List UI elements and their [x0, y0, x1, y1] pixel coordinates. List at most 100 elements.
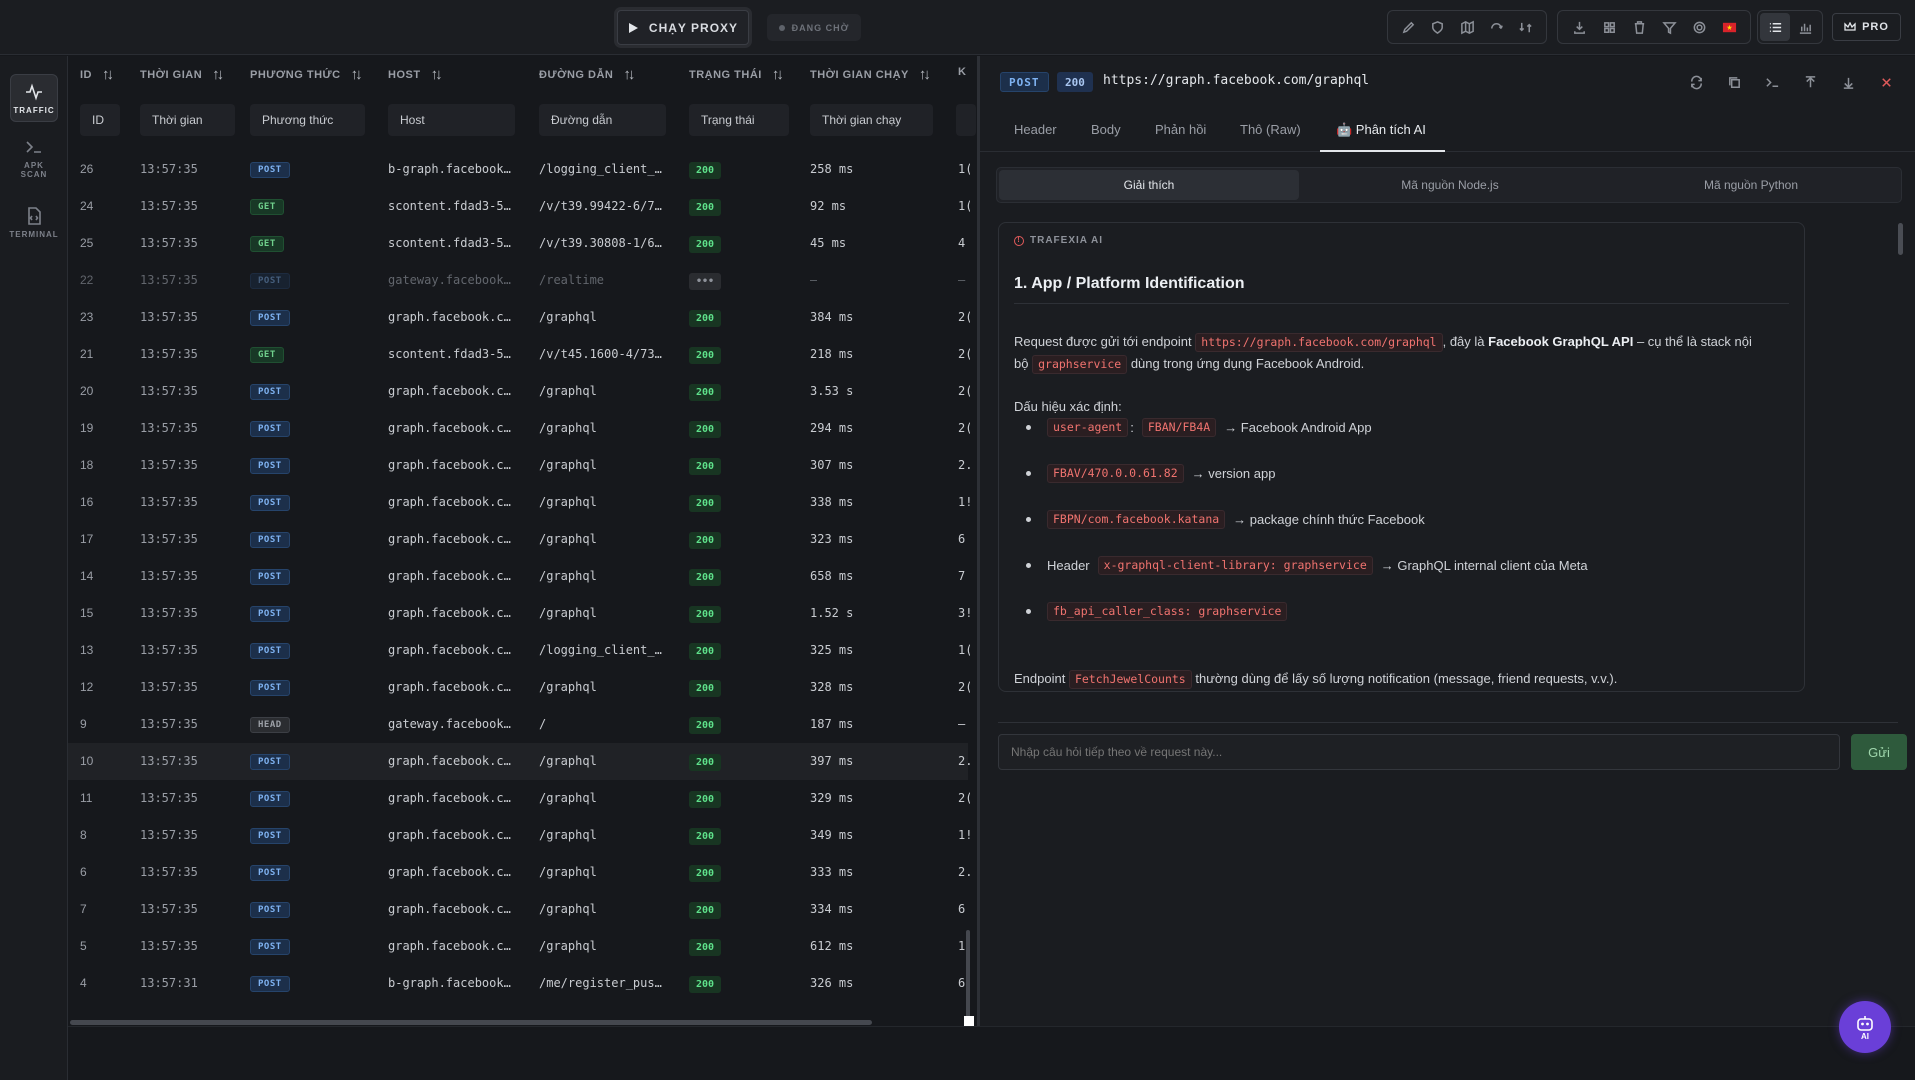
tab-raw[interactable]: Thô (Raw): [1240, 122, 1301, 137]
table-row[interactable]: 25 13:57:35 GET scontent.fdad3-5… /v/t39.308…: [68, 225, 968, 262]
request-method-badge: POST: [1000, 72, 1049, 92]
grid-icon[interactable]: [1594, 13, 1624, 41]
method-badge: GET: [250, 347, 284, 363]
filter-input-duration[interactable]: Thời gian chạy: [810, 104, 933, 136]
table-row[interactable]: 20 13:57:35 POST graph.facebook.c… /graphql 2…: [68, 373, 970, 410]
sort-icon[interactable]: ↑↓: [623, 66, 635, 83]
column-header-id[interactable]: ID ↑↓: [80, 66, 114, 83]
subtab-python[interactable]: Mã nguồn Python: [1601, 170, 1901, 200]
cell-time: 13:57:35: [140, 902, 198, 916]
filter-input-time[interactable]: Thời gian: [140, 104, 235, 136]
table-row[interactable]: 24 13:57:35 GET scontent.fdad3-5… /v/t39.994…: [68, 188, 970, 225]
table-row[interactable]: 26 13:57:35 POST b-graph.facebook… /logging_…: [68, 151, 970, 188]
followup-question-input[interactable]: [998, 734, 1840, 770]
replay-icon[interactable]: [1482, 13, 1511, 41]
tab-header[interactable]: Header: [1014, 122, 1057, 137]
subtab-explanation[interactable]: Giải thích: [999, 170, 1299, 200]
table-row[interactable]: 14 13:57:35 POST graph.facebook.c… /graphql 2…: [68, 558, 968, 595]
column-header-duration[interactable]: THỜI GIAN CHẠY ↑↓: [810, 66, 931, 83]
filter-input-method[interactable]: Phương thức: [250, 104, 365, 136]
cell-time: 13:57:35: [140, 532, 198, 546]
ai-assistant-button[interactable]: AI: [1839, 1001, 1891, 1053]
tab-ai-analysis[interactable]: 🤖 Phân tích AI: [1336, 122, 1426, 138]
table-row[interactable]: 18 13:57:35 POST graph.facebook.c… /graphql 2…: [68, 447, 970, 484]
table-row[interactable]: 5 13:57:35 POST graph.facebook.c… /graphql 20…: [68, 928, 970, 965]
vertical-scrollbar[interactable]: [966, 930, 970, 1020]
sort-icon[interactable]: ↑↓: [772, 66, 784, 83]
list-view-icon[interactable]: [1760, 13, 1790, 41]
table-row[interactable]: 7 13:57:35 POST graph.facebook.c… /graphql 20…: [68, 891, 968, 928]
column-header-k[interactable]: K: [958, 66, 966, 78]
cell-host: graph.facebook.c…: [388, 754, 511, 768]
table-row[interactable]: 19 13:57:35 POST graph.facebook.c… /graphql 2…: [68, 410, 970, 447]
arrow-up-icon[interactable]: [1791, 70, 1829, 94]
pencil-icon[interactable]: [1394, 13, 1423, 41]
table-row[interactable]: 6 13:57:35 POST graph.facebook.c… /graphql 20…: [68, 854, 970, 891]
subtab-nodejs[interactable]: Mã nguồn Node.js: [1300, 170, 1600, 200]
refresh-icon[interactable]: [1677, 70, 1715, 94]
traffic-table: ID ↑↓ THỜI GIAN ↑↓ PHƯƠNG THỨC ↑↓ HOST ↑↓ ĐƯ…: [68, 56, 976, 1026]
column-header-time[interactable]: THỜI GIAN ↑↓: [140, 66, 224, 83]
table-row[interactable]: 9 13:57:35 HEAD gateway.facebook… / 200 187 ms…: [68, 706, 968, 743]
sidebar-item-traffic[interactable]: TRAFFIC: [10, 74, 58, 122]
request-url[interactable]: https://graph.facebook.com/graphql: [1103, 73, 1369, 88]
pro-button[interactable]: PRO: [1832, 13, 1901, 41]
gear-icon[interactable]: [1684, 13, 1714, 41]
trash-icon[interactable]: [1624, 13, 1654, 41]
table-row[interactable]: 16 13:57:35 POST graph.facebook.c… /graphql 2…: [68, 484, 970, 521]
table-row[interactable]: 12 13:57:35 POST graph.facebook.c… /graphql 2…: [68, 669, 970, 706]
table-row[interactable]: 17 13:57:35 POST graph.facebook.c… /graphql 2…: [68, 521, 968, 558]
table-row[interactable]: 4 13:57:31 POST b-graph.facebook… /me/regist…: [68, 965, 970, 1002]
filter-input-id[interactable]: ID: [80, 104, 120, 136]
sidebar-item-apk-scan[interactable]: APK SCAN: [10, 132, 58, 184]
chart-view-icon[interactable]: [1790, 13, 1820, 41]
horizontal-scrollbar[interactable]: [70, 1020, 872, 1025]
method-badge: POST: [250, 976, 290, 992]
cell-id: 8: [80, 828, 87, 842]
sort-icon[interactable]: ↑↓: [431, 66, 443, 83]
status-dot-icon: [778, 24, 785, 31]
send-button[interactable]: Gửi: [1851, 734, 1907, 770]
cell-path: /graphql: [539, 569, 597, 583]
sort-icon[interactable]: ↑↓: [351, 66, 363, 83]
sort-icon[interactable]: ↑↓: [919, 66, 931, 83]
tab-response[interactable]: Phản hồi: [1155, 122, 1206, 137]
shield-icon[interactable]: [1423, 13, 1452, 41]
table-row[interactable]: 10 13:57:35 POST graph.facebook.c… /graphql 2…: [68, 743, 970, 780]
sort-icon[interactable]: ↑↓: [102, 66, 114, 83]
arrow-down-icon[interactable]: [1829, 70, 1867, 94]
download-icon[interactable]: [1564, 13, 1594, 41]
column-header-status[interactable]: TRẠNG THÁI ↑↓: [689, 66, 784, 83]
cell-id: 24: [80, 199, 94, 213]
table-row[interactable]: 23 13:57:35 POST graph.facebook.c… /graphql 2…: [68, 299, 970, 336]
sort-icon[interactable]: ↑↓: [212, 66, 224, 83]
column-header-host[interactable]: HOST ↑↓: [388, 66, 443, 83]
table-row[interactable]: 21 13:57:35 GET scontent.fdad3-5… /v/t45.160…: [68, 336, 970, 373]
copy-icon[interactable]: [1715, 70, 1753, 94]
table-row[interactable]: 13 13:57:35 POST graph.facebook.c… /logging_…: [68, 632, 970, 669]
table-row[interactable]: 8 13:57:35 POST graph.facebook.c… /graphql 20…: [68, 817, 970, 854]
table-row[interactable]: 15 13:57:35 POST graph.facebook.c… /graphql 2…: [68, 595, 970, 632]
filter-input-path[interactable]: Đường dẫn: [539, 104, 666, 136]
close-icon[interactable]: [1867, 70, 1905, 94]
column-header-path[interactable]: ĐƯỜNG DẪN ↑↓: [539, 66, 635, 83]
status-badge: 200: [689, 532, 721, 549]
vietnam-flag-icon[interactable]: [1714, 13, 1744, 41]
filter-input-host[interactable]: Host: [388, 104, 515, 136]
filter-icon[interactable]: [1654, 13, 1684, 41]
ai-source-label: ! TRAFEXIA AI: [1014, 235, 1103, 246]
map-icon[interactable]: [1452, 13, 1481, 41]
filter-input-k[interactable]: [956, 104, 976, 136]
column-header-method[interactable]: PHƯƠNG THỨC ↑↓: [250, 66, 363, 83]
table-row[interactable]: 11 13:57:35 POST graph.facebook.c… /graphql 2…: [68, 780, 970, 817]
terminal-icon[interactable]: [1753, 70, 1791, 94]
sidebar-item-terminal[interactable]: TERMINAL: [9, 198, 58, 246]
cell-k: 1(: [958, 643, 970, 657]
filter-row: ID Thời gian Phương thức Host Đường dẫn …: [68, 100, 976, 140]
swap-icon[interactable]: [1511, 13, 1540, 41]
run-proxy-button[interactable]: CHẠY PROXY: [617, 10, 749, 45]
tab-body[interactable]: Body: [1091, 122, 1121, 137]
ai-scrollbar[interactable]: [1898, 223, 1903, 255]
table-row[interactable]: 22 13:57:35 POST gateway.facebook… /realtime…: [68, 262, 968, 299]
filter-input-status[interactable]: Trạng thái: [689, 104, 789, 136]
